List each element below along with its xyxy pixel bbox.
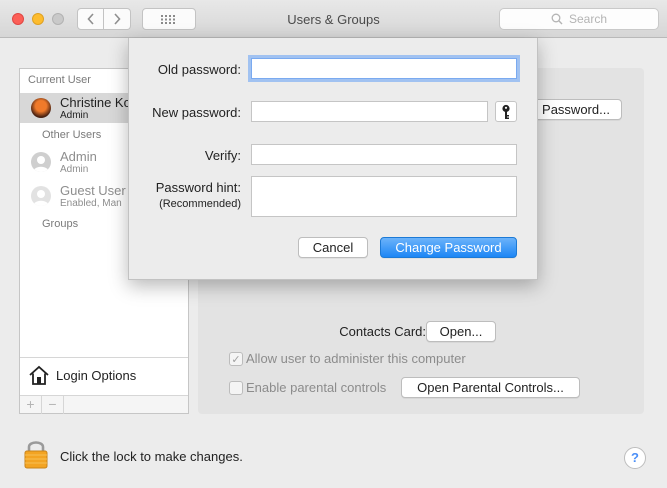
change-password-button[interactable]: Password... [530, 99, 622, 120]
house-icon [29, 365, 49, 385]
current-user-header: Current User [28, 74, 91, 86]
open-contacts-card-button[interactable]: Open... [426, 321, 496, 342]
checkmark-icon: ✓ [231, 353, 241, 366]
allow-admin-label: Allow user to administer this computer [246, 351, 466, 366]
open-parental-controls-button[interactable]: Open Parental Controls... [401, 377, 580, 398]
password-assistant-button[interactable] [495, 101, 517, 122]
change-password-sheet: Old password: New password: Verify: Pass… [128, 38, 538, 280]
lock-message: Click the lock to make changes. [60, 449, 243, 464]
current-user-name: Christine Ko [60, 95, 131, 110]
user-avatar [31, 186, 51, 206]
person-icon [33, 156, 49, 172]
groups-label: Groups [42, 218, 79, 230]
user-avatar [31, 98, 51, 118]
search-field[interactable]: Search [499, 8, 659, 30]
old-password-input[interactable] [251, 58, 517, 79]
contacts-card-label: Contacts Card: [339, 324, 426, 339]
add-user-button[interactable]: + [20, 396, 42, 414]
new-password-label: New password: [152, 105, 241, 120]
allow-admin-checkbox[interactable]: ✓ [229, 352, 243, 366]
title-bar: Users & Groups Search [0, 0, 667, 38]
password-hint-input[interactable] [251, 176, 517, 217]
verify-password-input[interactable] [251, 144, 517, 165]
search-placeholder: Search [568, 12, 608, 26]
lock-icon[interactable] [24, 439, 48, 469]
parental-controls-checkbox[interactable] [229, 381, 243, 395]
user-name: Admin [60, 149, 97, 164]
user-avatar [31, 152, 51, 172]
password-hint-sublabel: (Recommended) [159, 198, 241, 210]
change-password-submit-button[interactable]: Change Password [380, 237, 517, 258]
user-role: Admin [60, 164, 89, 175]
user-name: Guest User [60, 183, 126, 198]
user-role: Enabled, Man [60, 198, 122, 209]
search-icon [551, 13, 563, 25]
help-button[interactable]: ? [624, 447, 646, 469]
sidebar-bottom-bar: + − [20, 395, 188, 414]
login-options-label: Login Options [56, 368, 137, 383]
verify-label: Verify: [204, 148, 241, 163]
other-users-header: Other Users [42, 129, 102, 141]
current-user-role: Admin [60, 110, 89, 121]
login-options-item[interactable]: Login Options [20, 357, 188, 393]
remove-user-button[interactable]: − [42, 396, 64, 414]
parental-controls-label: Enable parental controls [246, 380, 387, 395]
person-icon [33, 190, 49, 206]
new-password-input[interactable] [251, 101, 488, 122]
cancel-button[interactable]: Cancel [298, 237, 368, 258]
key-icon [502, 104, 510, 119]
old-password-label: Old password: [157, 62, 241, 77]
password-hint-label: Password hint: [155, 180, 241, 195]
